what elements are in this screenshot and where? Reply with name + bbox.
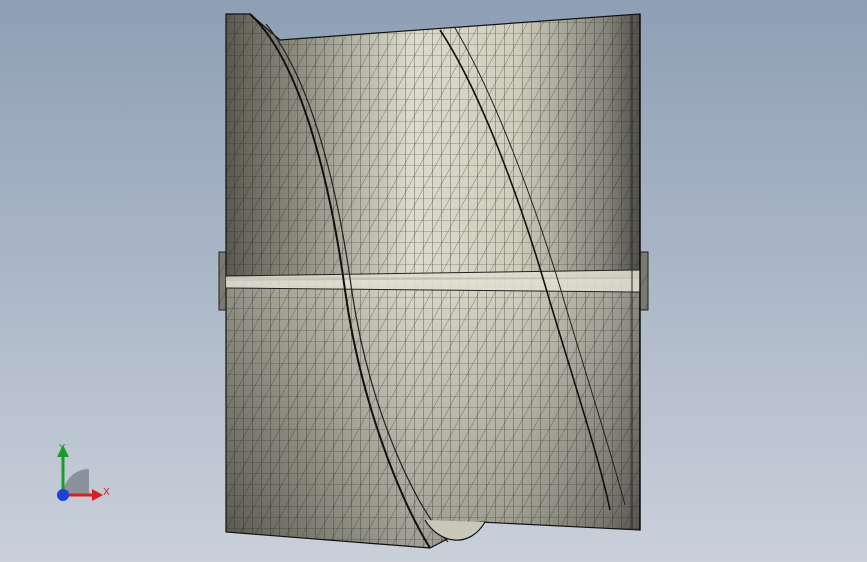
lower-shell	[225, 277, 641, 549]
z-axis-dot-icon	[57, 489, 69, 501]
upper-shell	[225, 13, 641, 279]
coordinate-triad[interactable]: Y X	[50, 440, 120, 510]
x-axis-label: X	[103, 487, 110, 498]
y-axis-label: Y	[59, 443, 66, 454]
right-shaft-stub	[639, 251, 649, 311]
mesh-model[interactable]	[0, 0, 867, 562]
graphics-viewport[interactable]: Y X	[0, 0, 867, 562]
